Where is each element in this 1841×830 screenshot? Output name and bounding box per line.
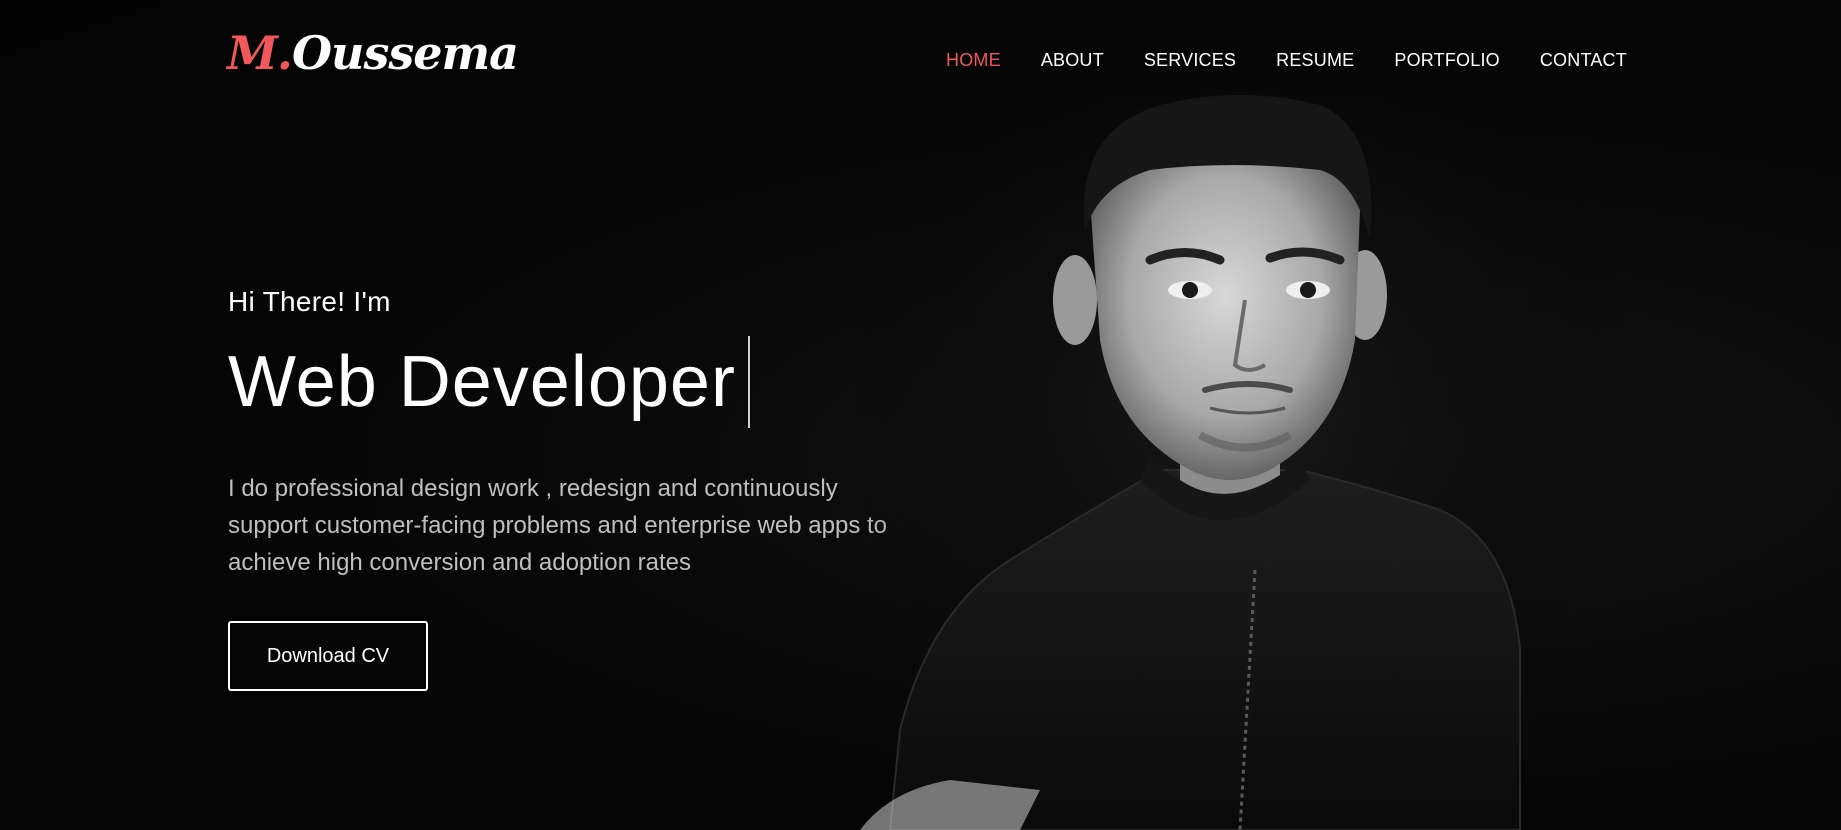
nav-item-about[interactable]: ABOUT [1041,50,1104,71]
page: M.Oussema HOME ABOUT SERVICES RESUME POR… [0,0,1841,830]
nav-item-home[interactable]: HOME [946,50,1001,71]
logo-name: Oussema [291,26,519,80]
nav-item-resume[interactable]: RESUME [1276,50,1354,71]
download-cv-button[interactable]: Download CV [228,621,428,691]
logo[interactable]: M.Oussema [227,26,519,80]
hero-title: Web Developer [228,342,736,422]
portrait-photo [860,90,1620,830]
logo-initial: M. [227,26,293,80]
typing-caret [747,336,750,428]
main-nav: HOME ABOUT SERVICES RESUME PORTFOLIO CON… [946,50,1627,71]
hero-section: Hi There! I'm Web Developer I do profess… [228,286,928,691]
nav-item-portfolio[interactable]: PORTFOLIO [1394,50,1500,71]
hero-greeting: Hi There! I'm [228,286,391,317]
hero-title-row: Web Developer [228,334,928,430]
hero-description: I do professional design work , redesign… [228,475,888,576]
nav-item-services[interactable]: SERVICES [1144,50,1236,71]
person-photo-icon [860,90,1620,830]
nav-item-contact[interactable]: CONTACT [1540,50,1627,71]
